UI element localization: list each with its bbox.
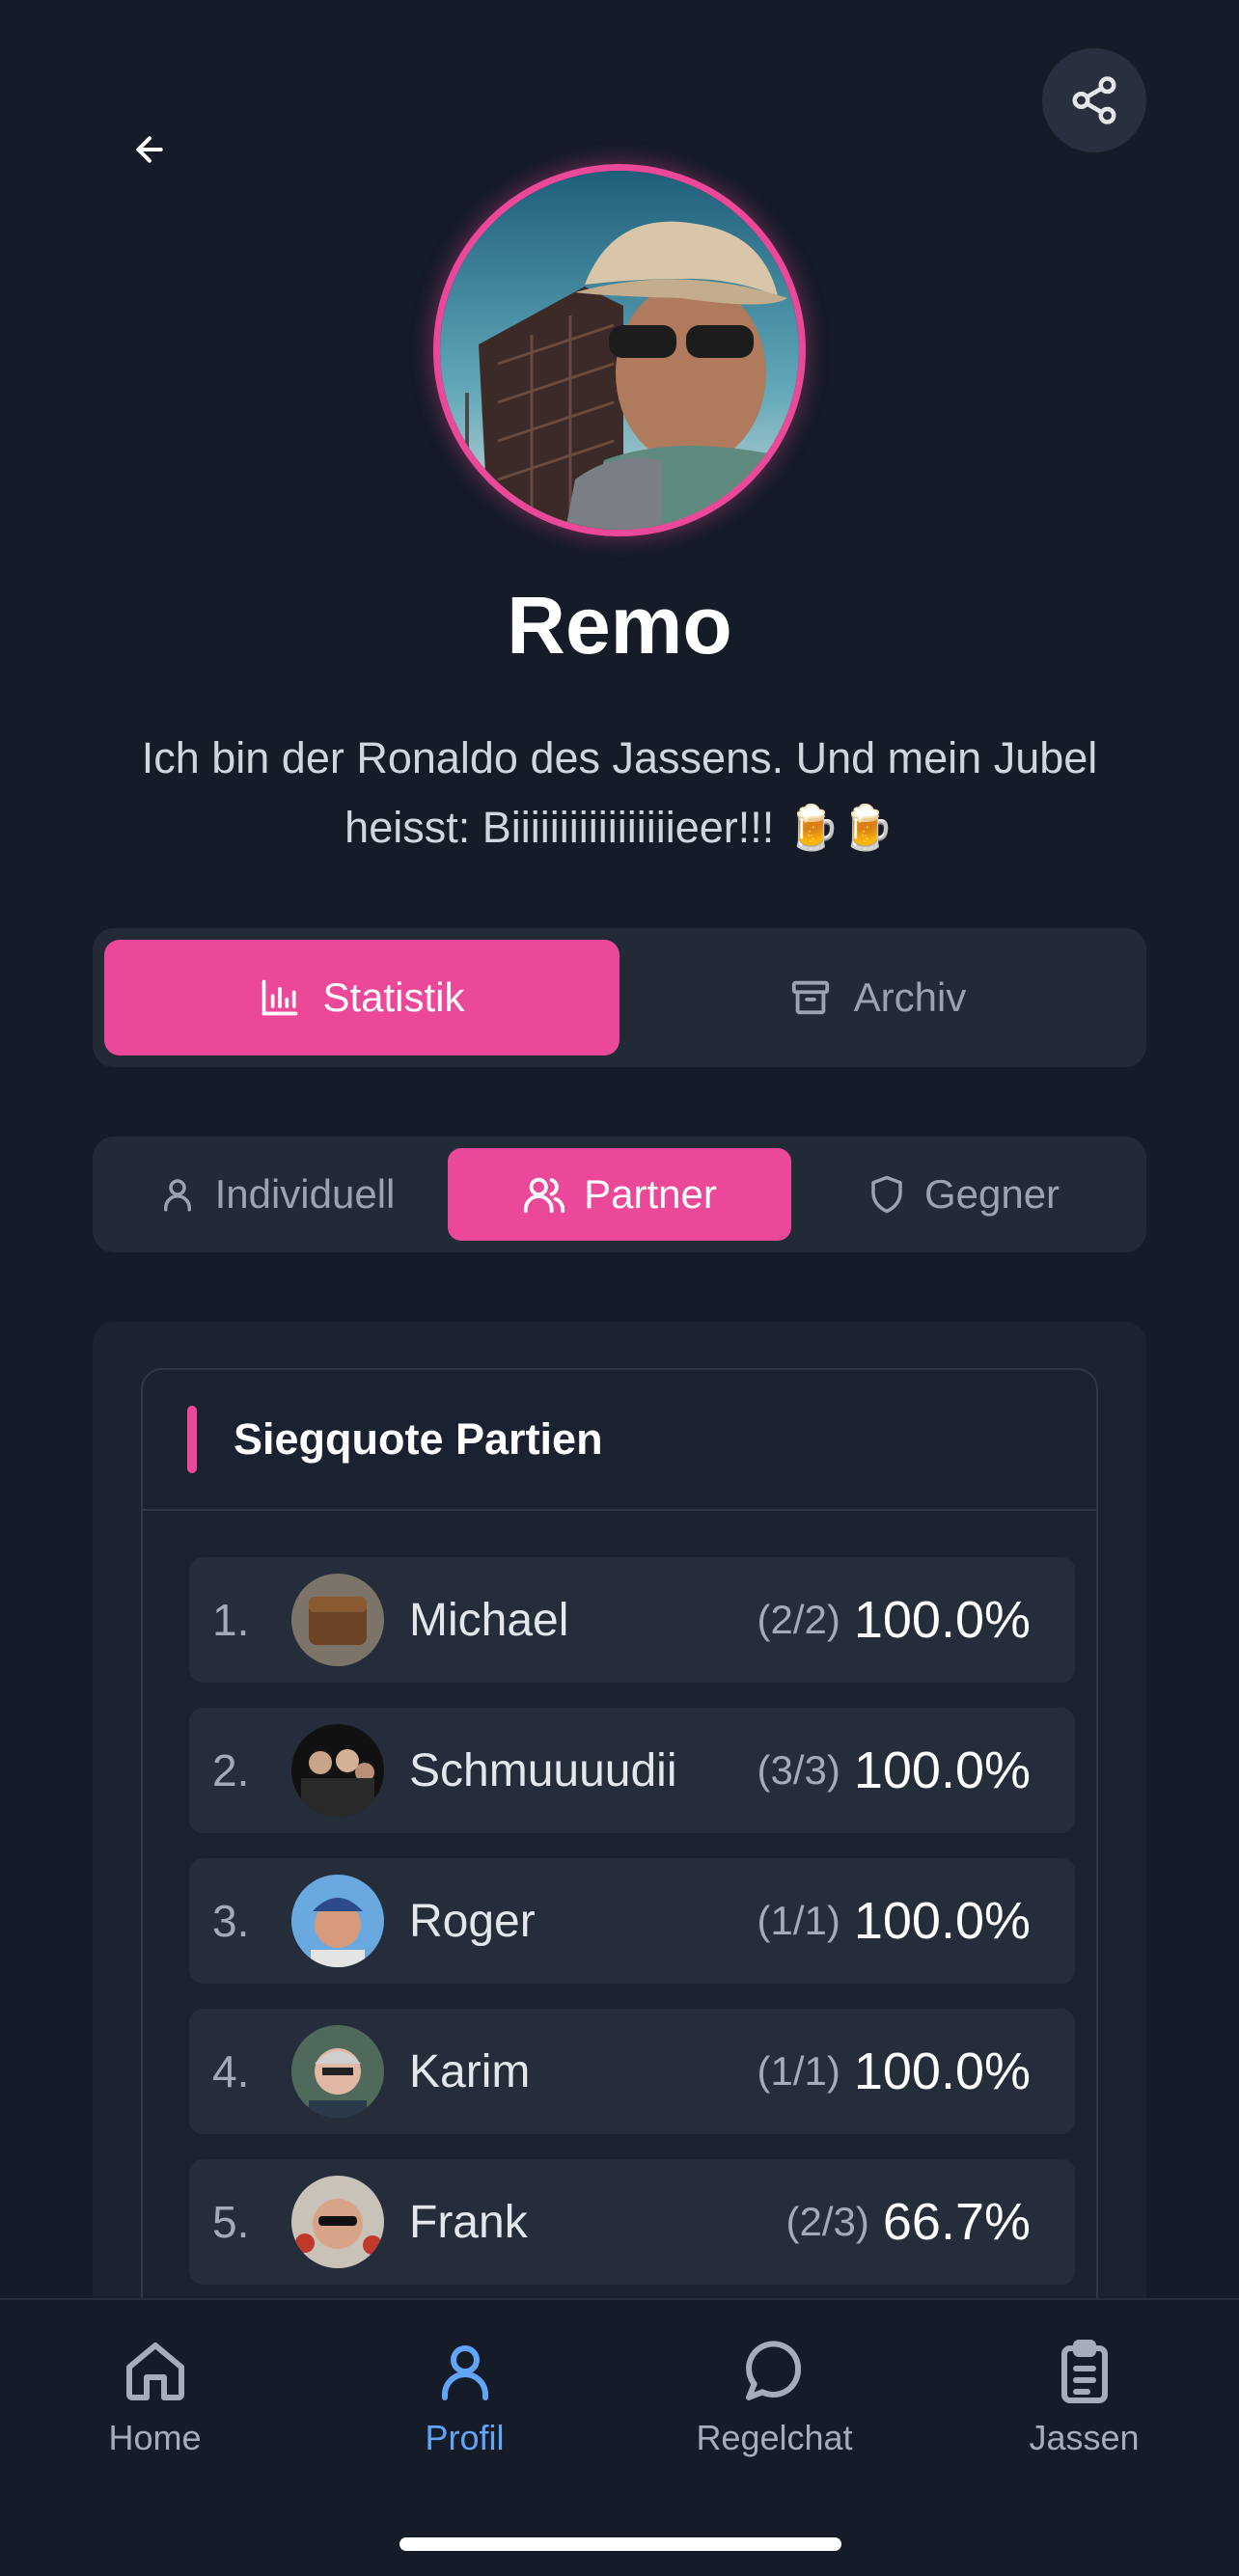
subtab-individuell[interactable]: Individuell xyxy=(104,1148,448,1241)
win-record: (1/1) xyxy=(757,2048,840,2094)
stats-panel: Siegquote Partien 1. Michael (2/2) 100.0… xyxy=(93,1322,1146,2333)
chat-icon xyxy=(745,2341,801,2400)
rank-number: 3. xyxy=(212,1896,250,1946)
win-percentage: 100.0% xyxy=(853,2042,1031,2100)
player-name: Michael xyxy=(409,1594,569,1646)
subtab-partner-label: Partner xyxy=(584,1171,717,1217)
bar-chart-icon xyxy=(262,979,298,1016)
win-record: (2/3) xyxy=(785,2199,869,2244)
profile-bio: Ich bin der Ronaldo des Jassens. Und mei… xyxy=(141,733,1098,852)
bottom-nav: Home Profil Regelchat Jassen xyxy=(0,2298,1239,2576)
nav-regelchat-label: Regelchat xyxy=(696,2418,853,2457)
nav-profil[interactable]: Profil xyxy=(310,2300,620,2576)
win-record: (1/1) xyxy=(757,1898,840,1943)
nav-home-label: Home xyxy=(108,2418,202,2457)
tab-archiv[interactable]: Archiv xyxy=(620,940,1135,1055)
home-icon xyxy=(125,2343,184,2400)
rank-number: 2. xyxy=(212,1745,250,1795)
nav-home[interactable]: Home xyxy=(0,2300,310,2576)
player-name: Frank xyxy=(409,2196,528,2248)
sub-tabs: Individuell Partner Gegner xyxy=(93,1137,1146,1252)
list-item[interactable]: 3. Roger (1/1) 100.0% xyxy=(189,1858,1075,1984)
tab-archiv-label: Archiv xyxy=(853,974,967,1020)
profile-avatar xyxy=(433,164,806,536)
win-percentage: 100.0% xyxy=(853,1741,1031,1799)
nav-jassen-label: Jassen xyxy=(1029,2418,1140,2457)
list-item[interactable]: 5. Frank (2/3) 66.7% xyxy=(189,2159,1075,2285)
back-button[interactable] xyxy=(116,116,183,183)
subtab-partner[interactable]: Partner xyxy=(448,1148,791,1241)
subtab-gegner-label: Gegner xyxy=(923,1171,1060,1217)
accent-bar xyxy=(187,1406,197,1473)
subtab-gegner[interactable]: Gegner xyxy=(791,1148,1135,1241)
win-record: (3/3) xyxy=(757,1747,840,1793)
ranking-list: 1. Michael (2/2) 100.0% 2. Schmuuuudii (… xyxy=(143,1511,1096,2285)
shield-icon xyxy=(871,1175,902,1214)
list-item[interactable]: 4. Karim (1/1) 100.0% xyxy=(189,2009,1075,2134)
arrow-left-icon xyxy=(136,136,163,163)
users-icon xyxy=(524,1177,565,1214)
card-title: Siegquote Partien xyxy=(234,1414,603,1464)
clipboard-icon xyxy=(1060,2340,1108,2403)
avatar xyxy=(291,2025,384,2118)
avatar xyxy=(291,1724,384,1817)
win-percentage: 66.7% xyxy=(882,2193,1031,2251)
home-indicator[interactable] xyxy=(399,2537,841,2551)
profile-name: Remo xyxy=(507,580,732,671)
share-button[interactable] xyxy=(1042,48,1146,152)
list-item[interactable]: 1. Michael (2/2) 100.0% xyxy=(189,1557,1075,1683)
profile-screen: Remo Ich bin der Ronaldo des Jassens. Un… xyxy=(0,0,1239,2576)
share-icon xyxy=(1072,76,1116,124)
win-percentage: 100.0% xyxy=(853,1892,1031,1950)
rank-number: 5. xyxy=(212,2197,250,2247)
tab-statistik-label: Statistik xyxy=(322,974,465,1020)
player-name: Roger xyxy=(409,1895,536,1947)
player-name: Schmuuuudii xyxy=(409,1744,677,1796)
avatar xyxy=(291,2176,384,2268)
win-rate-card: Siegquote Partien 1. Michael (2/2) 100.0… xyxy=(141,1368,1098,2333)
player-name: Karim xyxy=(409,2045,531,2097)
tab-statistik[interactable]: Statistik xyxy=(104,940,620,1055)
avatar xyxy=(291,1574,384,1666)
nav-profil-label: Profil xyxy=(425,2418,505,2457)
card-header: Siegquote Partien xyxy=(143,1370,1096,1511)
nav-regelchat[interactable]: Regelchat xyxy=(620,2300,929,2576)
subtab-individuell-label: Individuell xyxy=(214,1171,396,1217)
win-percentage: 100.0% xyxy=(853,1591,1031,1649)
main-tabs: Statistik Archiv xyxy=(93,928,1146,1067)
avatar xyxy=(291,1875,384,1967)
rank-number: 1. xyxy=(212,1595,250,1645)
user-icon xyxy=(163,1179,191,1212)
profile-icon xyxy=(441,2345,488,2400)
nav-jassen[interactable]: Jassen xyxy=(929,2300,1239,2576)
win-record: (2/2) xyxy=(757,1597,840,1642)
rank-number: 4. xyxy=(212,2046,250,2096)
archive-icon xyxy=(791,980,829,1015)
list-item[interactable]: 2. Schmuuuudii (3/3) 100.0% xyxy=(189,1708,1075,1833)
